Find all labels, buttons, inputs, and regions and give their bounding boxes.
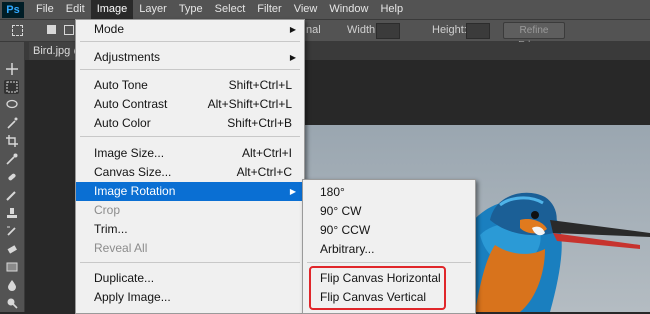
- menu-window[interactable]: Window: [323, 0, 374, 19]
- menu-item-shortcut: Alt+Shift+Ctrl+L: [207, 97, 292, 111]
- menu-help[interactable]: Help: [374, 0, 409, 19]
- menu-item-label: Adjustments: [94, 50, 161, 64]
- menu-item-label: Trim...: [94, 222, 128, 236]
- crop-tool-icon[interactable]: [4, 134, 19, 148]
- menu-item-mode[interactable]: Mode ▶: [76, 20, 304, 39]
- style-select[interactable]: nal: [306, 24, 321, 36]
- submenu-item-arbitrary[interactable]: Arbitrary...: [303, 240, 475, 259]
- eraser-tool-icon[interactable]: [4, 242, 19, 256]
- menu-layer[interactable]: Layer: [133, 0, 173, 19]
- menu-separator: [80, 136, 300, 137]
- height-label: Height:: [432, 24, 467, 36]
- dodge-tool-icon[interactable]: [4, 296, 19, 310]
- submenu-item-rotate-90-ccw[interactable]: 90° CCW: [303, 221, 475, 240]
- menu-bar: Ps File Edit Image Layer Type Select Fil…: [0, 0, 650, 20]
- menu-item-label: Auto Tone: [94, 78, 148, 92]
- submenu-arrow-icon: ▶: [289, 187, 296, 196]
- photoshop-logo: Ps: [2, 1, 24, 18]
- height-field[interactable]: [466, 23, 490, 39]
- width-field[interactable]: [376, 23, 400, 39]
- menu-item-image-rotation[interactable]: Image Rotation ▶: [76, 182, 304, 201]
- eyedropper-tool-icon[interactable]: [4, 152, 19, 166]
- submenu-item-label: 90° CCW: [320, 223, 371, 237]
- menu-item-label: Mode: [94, 22, 125, 36]
- submenu-item-label: Arbitrary...: [320, 242, 375, 256]
- menu-item-label: Image Size...: [94, 146, 165, 160]
- menu-separator: [80, 41, 300, 42]
- tools-panel: [0, 42, 25, 312]
- add-selection-icon[interactable]: [64, 25, 74, 35]
- submenu-separator: [307, 262, 471, 263]
- menu-item-label: Canvas Size...: [94, 165, 172, 179]
- submenu-item-rotate-90-cw[interactable]: 90° CW: [303, 202, 475, 221]
- marquee-tool-icon[interactable]: [4, 80, 19, 94]
- submenu-arrow-icon: ▶: [289, 53, 296, 62]
- menu-item-label: Auto Contrast: [94, 97, 168, 111]
- healing-brush-tool-icon[interactable]: [4, 170, 19, 184]
- menu-item-label: Reveal All: [94, 241, 148, 255]
- menu-type[interactable]: Type: [173, 0, 209, 19]
- clone-stamp-tool-icon[interactable]: [4, 206, 19, 220]
- menu-image[interactable]: Image: [90, 0, 134, 19]
- brush-tool-icon[interactable]: [4, 188, 19, 202]
- menu-separator: [80, 69, 300, 70]
- menu-item-shortcut: Shift+Ctrl+L: [228, 78, 292, 92]
- width-label: Width:: [347, 24, 379, 36]
- menu-item-label: Apply Image...: [94, 290, 171, 304]
- history-brush-tool-icon[interactable]: [4, 224, 19, 238]
- menu-item-adjustments[interactable]: Adjustments ▶: [76, 48, 304, 67]
- menu-item-label: Image Rotation: [94, 184, 176, 198]
- refine-edge-button[interactable]: Refine Edge...: [503, 22, 565, 51]
- menu-item-reveal-all[interactable]: Reveal All: [76, 239, 304, 258]
- blur-tool-icon[interactable]: [4, 278, 19, 292]
- menu-item-trim[interactable]: Trim...: [76, 220, 304, 239]
- menu-item-auto-tone[interactable]: Auto Tone Shift+Ctrl+L: [76, 76, 304, 95]
- menu-item-label: Auto Color: [94, 116, 151, 130]
- menu-filter[interactable]: Filter: [251, 0, 287, 19]
- submenu-item-label: 90° CW: [320, 204, 362, 218]
- menu-item-shortcut: Shift+Ctrl+B: [227, 116, 292, 130]
- menu-item-label: Crop: [94, 203, 121, 217]
- menu-item-image-size[interactable]: Image Size... Alt+Ctrl+I: [76, 144, 304, 163]
- menu-select[interactable]: Select: [209, 0, 252, 19]
- menu-item-crop[interactable]: Crop: [76, 201, 304, 220]
- submenu-item-label: 180°: [320, 185, 345, 199]
- menu-item-shortcut: Alt+Ctrl+I: [241, 146, 292, 160]
- magic-wand-tool-icon[interactable]: [4, 116, 19, 130]
- menu-item-canvas-size[interactable]: Canvas Size... Alt+Ctrl+C: [76, 163, 304, 182]
- submenu-arrow-icon: ▶: [289, 25, 296, 34]
- menu-view[interactable]: View: [288, 0, 324, 19]
- menu-item-label: Duplicate...: [94, 271, 155, 285]
- menu-item-auto-contrast[interactable]: Auto Contrast Alt+Shift+Ctrl+L: [76, 95, 304, 114]
- menu-file[interactable]: File: [30, 0, 60, 19]
- annotation-highlight-box: [309, 266, 446, 310]
- marquee-preset-icon[interactable]: [12, 25, 23, 36]
- menu-item-apply-image[interactable]: Apply Image...: [76, 288, 304, 307]
- lasso-tool-icon[interactable]: [4, 98, 19, 112]
- menu-item-shortcut: Alt+Ctrl+C: [236, 165, 292, 179]
- move-tool-icon[interactable]: [4, 62, 19, 76]
- menu-edit[interactable]: Edit: [60, 0, 91, 19]
- new-selection-icon[interactable]: [47, 25, 56, 34]
- menu-item-auto-color[interactable]: Auto Color Shift+Ctrl+B: [76, 114, 304, 133]
- menu-separator: [80, 262, 300, 263]
- submenu-item-rotate-180[interactable]: 180°: [303, 183, 475, 202]
- gradient-tool-icon[interactable]: [4, 260, 19, 274]
- image-menu: Mode ▶ Adjustments ▶ Auto Tone Shift+Ctr…: [75, 19, 305, 314]
- menu-item-duplicate[interactable]: Duplicate...: [76, 269, 304, 288]
